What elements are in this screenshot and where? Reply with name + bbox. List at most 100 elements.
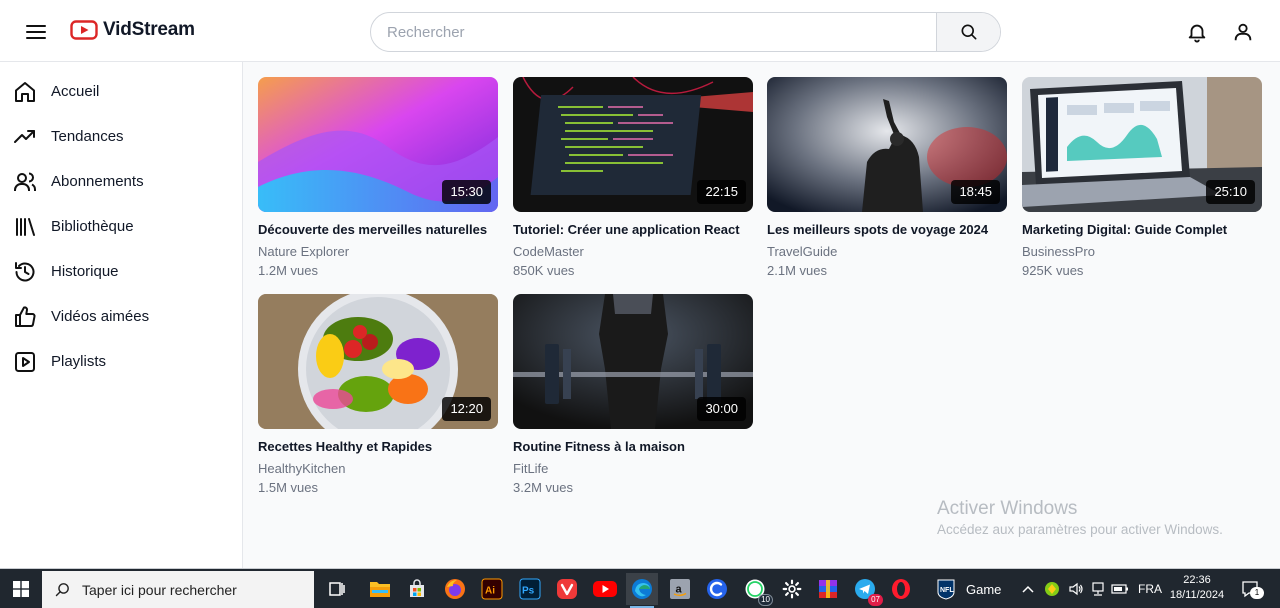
- file-explorer-button[interactable]: [364, 573, 396, 605]
- sidebar-item-label: Historique: [51, 263, 119, 280]
- search-input[interactable]: [371, 13, 936, 51]
- video-card[interactable]: 25:10 Marketing Digital: Guide Complet B…: [1022, 77, 1262, 285]
- photoshop-button[interactable]: Ps: [514, 573, 546, 605]
- video-channel[interactable]: CodeMaster: [513, 244, 584, 259]
- video-duration: 30:00: [697, 397, 746, 421]
- settings-button[interactable]: [776, 573, 808, 605]
- video-views: 1.5M vues: [258, 480, 318, 495]
- logo[interactable]: VidStream: [70, 19, 195, 41]
- sidebar-item-tendances[interactable]: Tendances: [0, 117, 242, 157]
- video-thumbnail[interactable]: 30:00: [513, 294, 753, 429]
- telegram-badge: 07: [868, 594, 883, 606]
- start-button[interactable]: [0, 569, 42, 608]
- video-thumbnail[interactable]: 25:10: [1022, 77, 1262, 212]
- video-title[interactable]: Tutoriel: Créer une application React: [513, 222, 753, 237]
- firefox-icon: [445, 579, 465, 599]
- video-channel[interactable]: BusinessPro: [1022, 244, 1095, 259]
- store-button[interactable]: [401, 573, 433, 605]
- video-channel[interactable]: HealthyKitchen: [258, 461, 345, 476]
- illustrator-button[interactable]: Ai: [476, 573, 508, 605]
- video-card[interactable]: 30:00 Routine Fitness à la maison FitLif…: [513, 294, 753, 502]
- volume-button[interactable]: [1066, 579, 1086, 599]
- hamburger-menu-button[interactable]: [24, 20, 48, 44]
- nfl-game-button[interactable]: NFL: [930, 573, 962, 605]
- photoshop-icon: Ps: [519, 578, 541, 600]
- opera-icon: [892, 579, 910, 599]
- video-title[interactable]: Routine Fitness à la maison: [513, 439, 753, 454]
- vivaldi-button[interactable]: [551, 573, 583, 605]
- video-channel[interactable]: FitLife: [513, 461, 548, 476]
- telegram-button[interactable]: 07: [849, 573, 883, 606]
- opera-button[interactable]: [885, 573, 917, 605]
- sidebar-item-historique[interactable]: Historique: [0, 252, 242, 292]
- video-card[interactable]: 18:45 Les meilleurs spots de voyage 2024…: [767, 77, 1007, 285]
- show-hidden-icons-button[interactable]: [1018, 579, 1038, 599]
- video-card[interactable]: 22:15 Tutoriel: Créer une application Re…: [513, 77, 753, 285]
- library-icon: [16, 218, 35, 236]
- search-bar: [370, 12, 1001, 52]
- video-thumbnail[interactable]: 18:45: [767, 77, 1007, 212]
- sidebar-item-label: Vidéos aimées: [51, 308, 150, 325]
- sidebar-item-videos-aimees[interactable]: Vidéos aimées: [0, 297, 242, 337]
- video-views: 850K vues: [513, 263, 575, 278]
- amazon-button[interactable]: a: [664, 573, 696, 605]
- tray-app-button[interactable]: [1042, 579, 1062, 599]
- video-thumbnail[interactable]: 15:30: [258, 77, 498, 212]
- svg-text:a: a: [676, 584, 683, 596]
- video-views: 1.2M vues: [258, 263, 318, 278]
- video-title[interactable]: Les meilleurs spots de voyage 2024: [767, 222, 1007, 237]
- taskbar-search-box[interactable]: Taper ici pour rechercher: [42, 571, 314, 608]
- users-icon: [14, 172, 36, 191]
- menu-icon: [26, 25, 46, 39]
- sidebar-item-abonnements[interactable]: Abonnements: [0, 162, 242, 202]
- ccleaner-button[interactable]: [701, 573, 733, 605]
- video-views: 2.1M vues: [767, 263, 827, 278]
- video-title[interactable]: Recettes Healthy et Rapides: [258, 439, 498, 454]
- video-card[interactable]: 12:20 Recettes Healthy et Rapides Health…: [258, 294, 498, 502]
- video-thumbnail[interactable]: 12:20: [258, 294, 498, 429]
- battery-button[interactable]: [1110, 579, 1130, 599]
- whatsapp-button[interactable]: 10: [739, 573, 773, 606]
- search-icon: [961, 24, 977, 40]
- edge-icon: [632, 579, 652, 599]
- winrar-button[interactable]: [812, 573, 844, 605]
- play-logo-icon: [70, 20, 98, 40]
- task-view-icon: [329, 582, 345, 596]
- task-view-button[interactable]: [321, 573, 353, 605]
- top-header: VidStream: [0, 0, 1280, 62]
- video-channel[interactable]: TravelGuide: [767, 244, 837, 259]
- svg-text:Ai: Ai: [485, 586, 495, 597]
- notification-center-button[interactable]: 1: [1240, 579, 1264, 599]
- store-icon: [410, 579, 424, 597]
- video-title[interactable]: Marketing Digital: Guide Complet: [1022, 222, 1262, 237]
- search-button[interactable]: [936, 13, 1000, 51]
- svg-text:Ps: Ps: [522, 586, 535, 597]
- system-clock[interactable]: 22:36 18/11/2024: [1166, 573, 1228, 603]
- video-duration: 22:15: [697, 180, 746, 204]
- firefox-button[interactable]: [439, 573, 471, 605]
- edge-button[interactable]: [626, 573, 658, 608]
- video-duration: 18:45: [951, 180, 1000, 204]
- account-button[interactable]: [1232, 20, 1254, 44]
- sidebar-item-playlists[interactable]: Playlists: [0, 342, 242, 382]
- sidebar-item-label: Abonnements: [51, 173, 144, 190]
- network-icon: [1092, 582, 1104, 596]
- video-title[interactable]: Découverte des merveilles naturelles: [258, 222, 498, 237]
- video-duration: 25:10: [1206, 180, 1255, 204]
- notifications-button[interactable]: [1186, 20, 1208, 44]
- amazon-icon: a: [670, 579, 690, 599]
- game-label[interactable]: Game: [966, 582, 1001, 597]
- video-card[interactable]: 15:30 Découverte des merveilles naturell…: [258, 77, 498, 285]
- video-duration: 15:30: [442, 180, 491, 204]
- youtube-button[interactable]: [589, 573, 621, 605]
- sidebar-item-accueil[interactable]: Accueil: [0, 72, 242, 112]
- ccleaner-icon: [707, 579, 727, 599]
- video-views: 3.2M vues: [513, 480, 573, 495]
- video-channel[interactable]: Nature Explorer: [258, 244, 349, 259]
- battery-icon: [1111, 584, 1128, 594]
- video-thumbnail[interactable]: 22:15: [513, 77, 753, 212]
- network-button[interactable]: [1088, 579, 1108, 599]
- language-indicator[interactable]: FRA: [1138, 582, 1162, 596]
- logo-text: VidStream: [103, 19, 195, 40]
- sidebar-item-bibliotheque[interactable]: Bibliothèque: [0, 207, 242, 247]
